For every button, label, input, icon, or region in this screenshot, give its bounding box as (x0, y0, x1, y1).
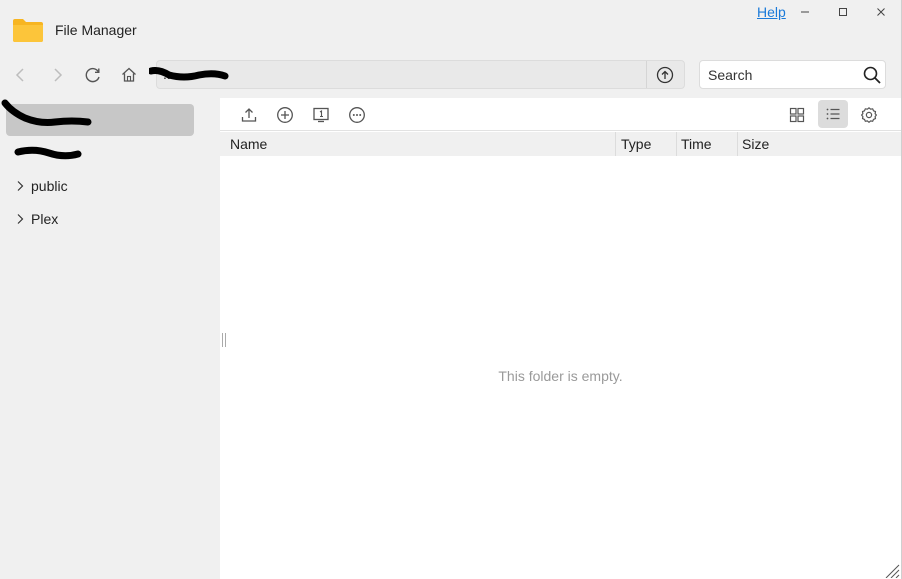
sidebar-item-label: public (31, 178, 68, 194)
minimize-icon (801, 11, 809, 13)
new-button[interactable] (272, 102, 298, 128)
go-up-button[interactable] (652, 63, 678, 87)
terminal-icon (313, 107, 329, 123)
search-input[interactable] (700, 61, 860, 88)
path-divider (646, 61, 647, 88)
path-text: ... (163, 66, 175, 82)
list-icon (826, 108, 840, 120)
column-header: Name Type Time Size (220, 132, 901, 156)
upload-button[interactable] (236, 102, 262, 128)
path-redaction (149, 67, 229, 81)
column-time[interactable]: Time (676, 132, 737, 156)
maximize-button[interactable] (828, 2, 858, 22)
upload-icon (241, 108, 257, 122)
column-type[interactable]: Type (615, 132, 676, 156)
grid-icon (789, 107, 805, 123)
navigation-bar: ... (0, 56, 902, 96)
settings-button[interactable] (856, 102, 882, 128)
arrow-up-circle-icon (656, 66, 674, 84)
folder-icon (13, 19, 43, 42)
chevron-right-icon (16, 213, 28, 225)
minimize-button[interactable] (790, 2, 820, 22)
chevron-right-icon (16, 180, 28, 192)
sidebar-item-plex[interactable]: Plex (6, 203, 194, 235)
more-circle-icon (349, 107, 365, 123)
path-bar[interactable]: ... (149, 60, 685, 89)
file-manager-window: File Manager Help ... Search public Plex… (0, 0, 902, 579)
maximize-icon (839, 8, 847, 16)
search-box (699, 60, 886, 89)
file-list-pane: Name Type Time Size This folder is empty… (220, 98, 901, 579)
home-button[interactable] (116, 62, 142, 88)
close-icon (877, 8, 885, 16)
close-button[interactable] (866, 2, 896, 22)
sidebar-item-redacted-2[interactable] (6, 138, 194, 170)
chevron-right-icon (54, 68, 63, 82)
help-link[interactable]: Help (757, 4, 786, 20)
title-bar: File Manager Help (0, 0, 902, 56)
refresh-button[interactable] (80, 62, 106, 88)
pane-splitter[interactable] (222, 333, 226, 347)
home-icon (122, 67, 136, 82)
sidebar-item-redacted-1[interactable] (6, 104, 194, 136)
search-icon (863, 66, 881, 84)
sidebar-item-public[interactable]: public (6, 170, 194, 202)
forward-button[interactable] (44, 62, 70, 88)
more-button[interactable] (344, 102, 370, 128)
column-name[interactable]: Name (220, 132, 615, 156)
toolbar (220, 98, 901, 131)
sidebar-item-label: Plex (31, 211, 59, 227)
search-button[interactable] (862, 65, 882, 85)
back-button[interactable] (8, 62, 34, 88)
list-view-button[interactable] (818, 100, 848, 128)
refresh-icon (85, 67, 100, 83)
chevron-left-icon (15, 68, 24, 82)
plus-circle-icon (277, 107, 293, 123)
gear-icon (861, 107, 877, 123)
terminal-button[interactable] (308, 102, 334, 128)
grid-view-button[interactable] (784, 102, 810, 128)
empty-folder-message: This folder is empty. (498, 368, 623, 384)
app-title: File Manager (55, 22, 137, 38)
column-size[interactable]: Size (737, 132, 901, 156)
sidebar: public Plex (0, 98, 220, 579)
resize-grip-icon[interactable] (882, 562, 900, 578)
